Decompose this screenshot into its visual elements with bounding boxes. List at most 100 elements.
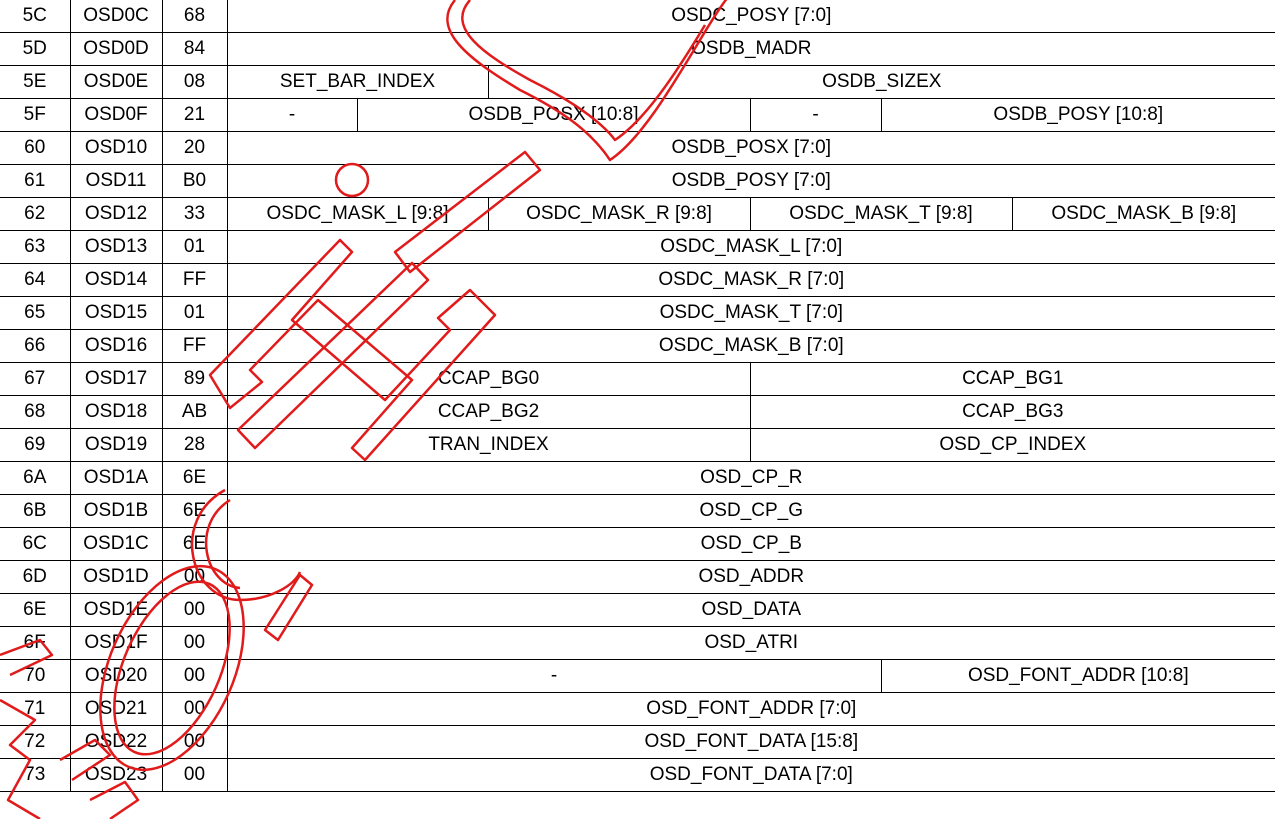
register-field-cell: OSDC_MASK_R [9:8] xyxy=(487,197,751,231)
register-default-cell: 00 xyxy=(161,626,228,660)
register-default-cell: 00 xyxy=(161,725,228,759)
register-field-cell: CCAP_BG1 xyxy=(749,362,1275,396)
table-row: 6D OSD1D 00 OSD_ADDR xyxy=(0,560,1275,594)
register-name-cell: OSD15 xyxy=(69,296,163,330)
register-table: 5C OSD0C 68 OSDC_POSY [7:0] 5D OSD0D 84 OSDB_MA… xyxy=(0,0,1275,792)
register-field-cell: SET_BAR_INDEX xyxy=(226,65,489,99)
register-default-cell: 00 xyxy=(161,692,228,726)
table-row: 6F OSD1F 00 OSD_ATRI xyxy=(0,626,1275,660)
register-default-cell: 21 xyxy=(161,98,228,132)
register-name-cell: OSD23 xyxy=(69,758,163,792)
register-field-cell: OSD_DATA xyxy=(226,593,1275,627)
table-row: 5D OSD0D 84 OSDB_MADR xyxy=(0,32,1275,66)
register-index-cell: 73 xyxy=(0,758,71,792)
register-field-cell: OSDB_POSX [7:0] xyxy=(226,131,1275,165)
register-field-cell: - xyxy=(226,659,882,693)
register-field-cell: OSDB_POSY [7:0] xyxy=(226,164,1275,198)
table-row: 6B OSD1B 6E OSD_CP_G xyxy=(0,494,1275,528)
table-row: 66 OSD16 FF OSDC_MASK_B [7:0] xyxy=(0,329,1275,363)
register-index-cell: 69 xyxy=(0,428,71,462)
table-row: 70 OSD20 00- OSD_FONT_ADDR [10:8] xyxy=(0,659,1275,693)
register-index-cell: 5E xyxy=(0,65,71,99)
table-row: 62 OSD12 33 OSDC_MASK_L [9:8] OSDC_MASK_R [9… xyxy=(0,197,1275,231)
register-index-cell: 61 xyxy=(0,164,71,198)
register-field-cell: OSD_CP_R xyxy=(226,461,1275,495)
table-row: 69 OSD19 28 TRAN_INDEX OSD_CP_INDEX xyxy=(0,428,1275,462)
register-default-cell: B0 xyxy=(161,164,228,198)
register-field-cell: OSDB_MADR xyxy=(226,32,1275,66)
register-field-cell: OSDC_MASK_L [9:8] xyxy=(226,197,489,231)
register-default-cell: 28 xyxy=(161,428,228,462)
table-row: 71 OSD21 00 OSD_FONT_ADDR [7:0] xyxy=(0,692,1275,726)
register-name-cell: OSD1B xyxy=(69,494,163,528)
table-row: 72 OSD22 00 OSD_FONT_DATA [15:8] xyxy=(0,725,1275,759)
register-default-cell: 68 xyxy=(161,0,228,33)
register-name-cell: OSD0F xyxy=(69,98,163,132)
register-index-cell: 71 xyxy=(0,692,71,726)
register-index-cell: 70 xyxy=(0,659,71,693)
table-row: 5C OSD0C 68 OSDC_POSY [7:0] xyxy=(0,0,1275,33)
register-name-cell: OSD0D xyxy=(69,32,163,66)
register-name-cell: OSD19 xyxy=(69,428,163,462)
register-index-cell: 6B xyxy=(0,494,71,528)
register-field-cell: OSDB_SIZEX xyxy=(487,65,1275,99)
register-field-cell: - xyxy=(749,98,882,132)
table-row: 5F OSD0F 21- OSDB_POSX [10:8] - OSDB_POSY [10… xyxy=(0,98,1275,132)
register-field-cell: OSDC_MASK_L [7:0] xyxy=(226,230,1275,264)
register-field-cell: OSDC_MASK_T [7:0] xyxy=(226,296,1275,330)
register-default-cell: 08 xyxy=(161,65,228,99)
register-default-cell: FF xyxy=(161,263,228,297)
register-default-cell: FF xyxy=(161,329,228,363)
table-row: 64 OSD14 FF OSDC_MASK_R [7:0] xyxy=(0,263,1275,297)
register-field-cell: OSD_FONT_ADDR [7:0] xyxy=(226,692,1275,726)
register-default-cell: AB xyxy=(161,395,228,429)
register-table-body: 5C OSD0C 68 OSDC_POSY [7:0] 5D OSD0D 84 OSDB_MA… xyxy=(0,0,1275,792)
register-field-cell: OSDB_POSY [10:8] xyxy=(880,98,1275,132)
register-default-cell: 6E xyxy=(161,494,228,528)
register-default-cell: 89 xyxy=(161,362,228,396)
table-row: 68 OSD18 AB CCAP_BG2 CCAP_BG3 xyxy=(0,395,1275,429)
register-field-cell: - xyxy=(226,98,358,132)
register-field-cell: OSDC_MASK_T [9:8] xyxy=(749,197,1013,231)
register-default-cell: 00 xyxy=(161,560,228,594)
register-field-cell: CCAP_BG0 xyxy=(226,362,751,396)
table-row: 60 OSD10 20 OSDB_POSX [7:0] xyxy=(0,131,1275,165)
register-index-cell: 6F xyxy=(0,626,71,660)
register-field-cell: CCAP_BG3 xyxy=(749,395,1275,429)
register-default-cell: 84 xyxy=(161,32,228,66)
register-index-cell: 63 xyxy=(0,230,71,264)
register-name-cell: OSD1E xyxy=(69,593,163,627)
register-name-cell: OSD14 xyxy=(69,263,163,297)
register-field-cell: OSD_FONT_ADDR [10:8] xyxy=(880,659,1275,693)
table-row: 63 OSD13 01 OSDC_MASK_L [7:0] xyxy=(0,230,1275,264)
register-field-cell: OSD_ADDR xyxy=(226,560,1275,594)
register-field-cell: OSDB_POSX [10:8] xyxy=(356,98,751,132)
register-name-cell: OSD12 xyxy=(69,197,163,231)
register-field-cell: OSDC_MASK_B [9:8] xyxy=(1011,197,1275,231)
register-name-cell: OSD10 xyxy=(69,131,163,165)
register-index-cell: 66 xyxy=(0,329,71,363)
register-index-cell: 65 xyxy=(0,296,71,330)
register-default-cell: 00 xyxy=(161,593,228,627)
register-field-cell: OSDC_POSY [7:0] xyxy=(226,0,1275,33)
register-default-cell: 20 xyxy=(161,131,228,165)
register-index-cell: 64 xyxy=(0,263,71,297)
register-default-cell: 33 xyxy=(161,197,228,231)
table-row: 67 OSD17 89 CCAP_BG0 CCAP_BG1 xyxy=(0,362,1275,396)
register-field-cell: OSD_FONT_DATA [15:8] xyxy=(226,725,1275,759)
register-name-cell: OSD1A xyxy=(69,461,163,495)
register-name-cell: OSD21 xyxy=(69,692,163,726)
register-name-cell: OSD1F xyxy=(69,626,163,660)
register-index-cell: 6C xyxy=(0,527,71,561)
register-field-cell: OSD_FONT_DATA [7:0] xyxy=(226,758,1275,792)
register-field-cell: TRAN_INDEX xyxy=(226,428,751,462)
register-default-cell: 6E xyxy=(161,527,228,561)
register-default-cell: 6E xyxy=(161,461,228,495)
table-row: 6C OSD1C 6E OSD_CP_B xyxy=(0,527,1275,561)
register-field-cell: CCAP_BG2 xyxy=(226,395,751,429)
table-row: 6E OSD1E 00 OSD_DATA xyxy=(0,593,1275,627)
register-index-cell: 6A xyxy=(0,461,71,495)
register-default-cell: 00 xyxy=(161,758,228,792)
register-field-cell: OSDC_MASK_B [7:0] xyxy=(226,329,1275,363)
register-name-cell: OSD17 xyxy=(69,362,163,396)
